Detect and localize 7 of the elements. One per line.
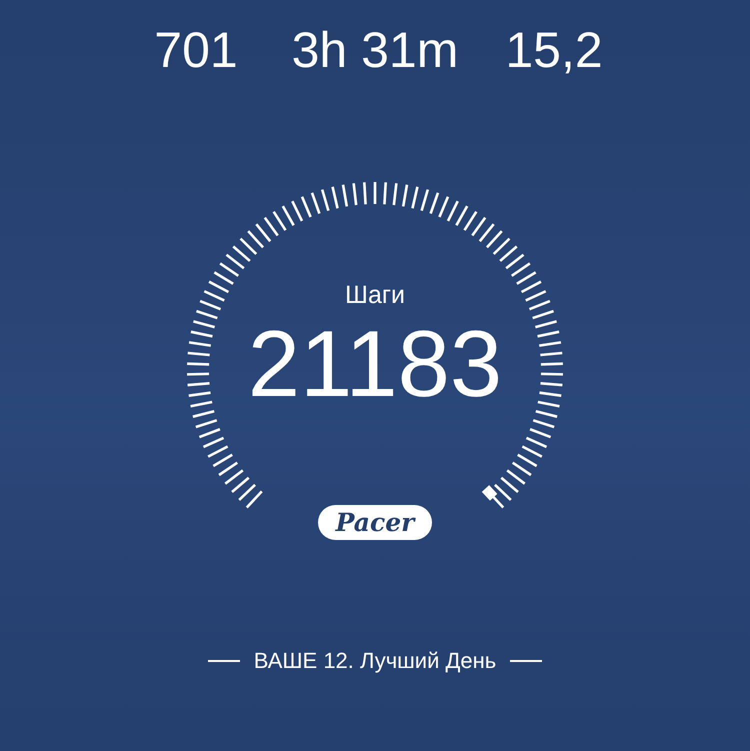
stat-value: 3h 31m [292,22,458,78]
stat-value: 701 [154,22,238,78]
steps-count: 21183 [248,314,502,414]
pacer-logo: Pacer [318,505,432,540]
stat-value: 15,2 [505,22,603,78]
steps-label: Шаги [345,280,405,310]
best-day-text: ВАШЕ 12. Лучший День [254,647,496,675]
